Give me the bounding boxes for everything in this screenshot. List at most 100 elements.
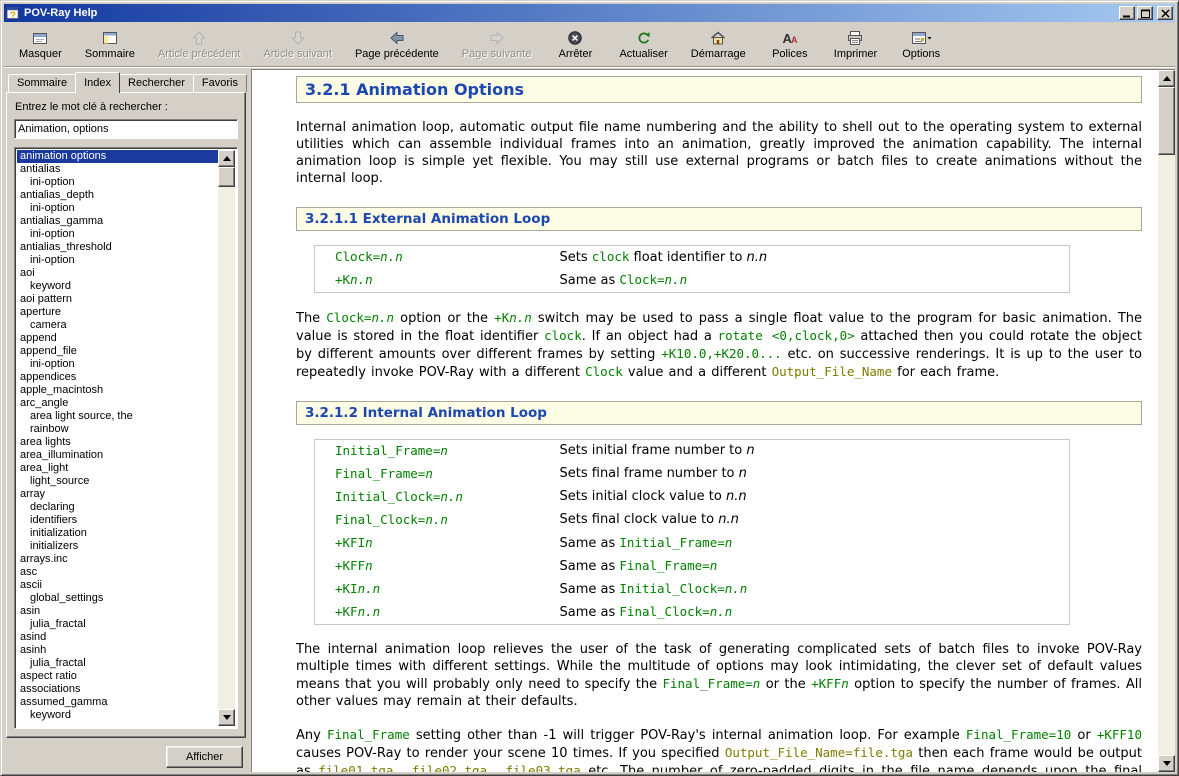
index-list-item[interactable]: global_settings [17,592,218,605]
table-row: Initial_Frame=nSets initial frame number… [315,440,1070,464]
index-list-item[interactable]: assumed_gamma [17,696,218,709]
toolbar-button-polices[interactable]: AAPolices [760,25,820,64]
index-list-item[interactable]: identifiers [17,514,218,527]
scrollbar-thumb[interactable] [218,167,235,187]
option-cell: Final_Frame=n [315,463,560,486]
index-list-item[interactable]: area light source, the [17,410,218,423]
toolbar-button-label: Arrêter [559,48,593,60]
index-list-item[interactable]: append [17,332,218,345]
index-list-item[interactable]: rainbow [17,423,218,436]
toolbar-button-options[interactable]: Options [891,25,951,64]
index-list-item[interactable]: antialias_gamma [17,215,218,228]
index-list-item[interactable]: antialias_depth [17,189,218,202]
description-cell: Sets final clock value to n.n [560,509,1070,532]
index-list-item[interactable]: ini-option [17,202,218,215]
scrollbar-track[interactable] [1158,87,1175,755]
text-segment: n.n [350,272,373,287]
index-list-item[interactable]: asc [17,566,218,579]
index-list-item[interactable]: area lights [17,436,218,449]
index-list-item[interactable]: antialias [17,163,218,176]
index-list-item[interactable]: ascii [17,579,218,592]
text-segment: +KFF [335,558,365,573]
display-button[interactable]: Afficher [166,746,243,768]
text-segment: n [841,676,849,691]
description-cell: Same as Clock=n.n [560,269,1070,293]
maximize-button[interactable] [1137,6,1153,20]
index-list-item[interactable]: array [17,488,218,501]
close-button[interactable] [1157,6,1173,20]
text-segment: Sets final frame number to [560,466,739,481]
description-cell: Sets clock float identifier to n.n [560,246,1070,270]
toolbar-button-demarrage[interactable]: Démarrage [682,25,755,64]
index-list-item[interactable]: asinh [17,644,218,657]
index-list-item[interactable]: ini-option [17,176,218,189]
paragraph: The internal animation loop relieves the… [296,641,1142,710]
index-list-item[interactable]: animation options [17,150,218,163]
text-segment: n.n [380,249,403,264]
toolbar-button-actualiser[interactable]: Actualiser [610,25,676,64]
toolbar-button-sommaire[interactable]: Sommaire [76,25,144,64]
scroll-down-button[interactable] [218,709,235,726]
index-list-item[interactable]: aoi [17,267,218,280]
scroll-up-button[interactable] [1158,70,1175,87]
index-list-item[interactable]: arc_angle [17,397,218,410]
index-list-item[interactable]: associations [17,683,218,696]
scroll-up-button[interactable] [218,150,235,167]
toolbar-button-masquer[interactable]: Masquer [10,25,71,64]
tab-rechercher[interactable]: Rechercher [119,74,194,92]
text-segment: +KFI [335,535,365,550]
home-icon [710,29,726,47]
text-segment: Output_File_Name=file.tga [725,745,913,760]
index-list-item[interactable]: arrays.inc [17,553,218,566]
paragraph: The Clock=n.n option or the +Kn.n switch… [296,309,1142,381]
scroll-down-button[interactable] [1158,755,1175,772]
index-list-item[interactable]: ini-option [17,358,218,371]
index-list-item[interactable]: ini-option [17,228,218,241]
index-list-item[interactable]: antialias_threshold [17,241,218,254]
toolbar-button-page-precedente[interactable]: Page précédente [346,25,448,64]
toolbar-button-label: Options [902,48,940,60]
toolbar-button-page-suivante: Page suivante [453,25,541,64]
section-heading: 3.2.1 Animation Options [296,76,1142,103]
index-list-item[interactable]: appendices [17,371,218,384]
index-list-item[interactable]: initialization [17,527,218,540]
index-list-item[interactable]: light_source [17,475,218,488]
toolbar-button-imprimer[interactable]: Imprimer [825,25,886,64]
index-list-item[interactable]: aperture [17,306,218,319]
index-list-item[interactable]: append_file [17,345,218,358]
index-list-item[interactable]: initializers [17,540,218,553]
index-list-item[interactable]: asind [17,631,218,644]
text-segment: Clock= [326,310,371,325]
tab-favoris[interactable]: Favoris [193,74,247,92]
index-list-item[interactable]: julia_fractal [17,657,218,670]
index-list-item[interactable]: ini-option [17,254,218,267]
index-list-items: animation optionsantialiasini-optionanti… [17,150,218,726]
toolbar-button-arreter[interactable]: Arrêter [545,25,605,64]
index-list-item[interactable]: aspect ratio [17,670,218,683]
index-list-item[interactable]: keyword [17,280,218,293]
index-list-item[interactable]: keyword [17,709,218,722]
index-list-item[interactable]: aoi pattern [17,293,218,306]
text-segment: Initial_Clock= [335,489,440,504]
index-list-item[interactable]: declaring [17,501,218,514]
svg-text:A: A [791,35,798,45]
text-segment: causes POV-Ray to render your scene 10 t… [296,746,725,761]
scrollbar-track[interactable] [218,167,235,709]
index-list-item[interactable]: area_light [17,462,218,475]
scrollbar-thumb[interactable] [1158,87,1175,155]
refresh-icon [636,29,652,47]
keyword-input[interactable] [14,119,238,139]
text-segment: for each frame. [892,365,999,380]
previous-article-icon [191,29,207,47]
tab-sommaire[interactable]: Sommaire [8,74,76,92]
toolbar-button-label: Article précédent [158,48,241,60]
index-list-item[interactable]: area_illumination [17,449,218,462]
titlebar[interactable]: ? POV-Ray Help [4,4,1175,22]
index-list-item[interactable]: camera [17,319,218,332]
index-list-item[interactable]: apple_macintosh [17,384,218,397]
index-list-item[interactable]: asin [17,605,218,618]
contents-icon [102,29,118,47]
index-list-item[interactable]: julia_fractal [17,618,218,631]
minimize-button[interactable] [1119,6,1135,20]
tab-index[interactable]: Index [75,72,120,93]
